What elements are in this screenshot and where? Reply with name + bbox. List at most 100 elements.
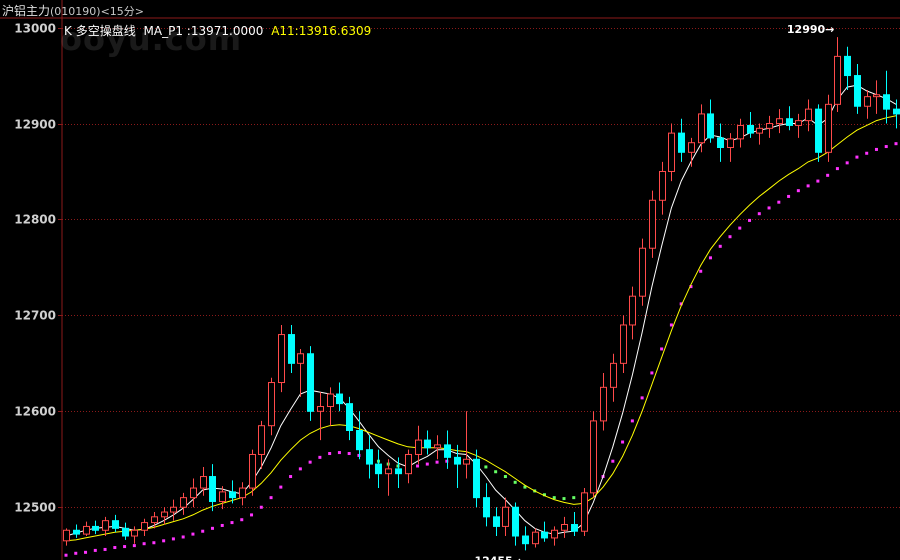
indicator-dot [230, 521, 234, 525]
candle[interactable] [170, 499, 177, 521]
candle[interactable] [190, 478, 197, 508]
candle[interactable] [307, 346, 314, 421]
indicator-dot [806, 184, 810, 188]
candle-body [776, 118, 783, 125]
candle[interactable] [698, 104, 705, 153]
candle[interactable] [346, 396, 353, 441]
candle[interactable] [122, 522, 129, 540]
indicator-dot [171, 537, 175, 541]
candle[interactable] [209, 464, 216, 512]
indicator-dot [845, 161, 849, 165]
candle[interactable] [502, 497, 509, 537]
candle[interactable] [883, 70, 890, 124]
candle[interactable] [268, 377, 275, 436]
candle[interactable] [659, 161, 666, 215]
candle[interactable] [561, 516, 568, 538]
indicator-dots [64, 142, 898, 557]
candle-body [581, 492, 588, 532]
candle[interactable] [317, 392, 324, 441]
candle[interactable] [639, 238, 646, 306]
candle-body [493, 516, 500, 527]
candle[interactable] [620, 315, 627, 373]
candle[interactable] [629, 286, 636, 340]
candle[interactable] [131, 526, 138, 544]
candle[interactable] [825, 94, 832, 162]
indicator-dot [796, 189, 800, 193]
candle[interactable] [63, 528, 70, 546]
candle[interactable] [795, 113, 802, 138]
candle[interactable] [366, 435, 373, 479]
indicator-dot [650, 371, 654, 375]
candle-body [698, 113, 705, 144]
candle[interactable] [278, 324, 285, 393]
candle[interactable] [737, 118, 744, 148]
candle[interactable] [571, 512, 578, 537]
price-chart[interactable]: 12500 12600 12700 12800 12900 13000 12990→ 124… [0, 0, 900, 560]
candle[interactable] [375, 449, 382, 489]
candle[interactable] [512, 502, 519, 546]
candle[interactable] [581, 488, 588, 537]
candle[interactable] [180, 492, 187, 515]
candle[interactable] [815, 104, 822, 162]
candle-body [288, 334, 295, 364]
candle[interactable] [600, 372, 607, 431]
indicator-dot [630, 419, 634, 423]
candle[interactable] [522, 526, 529, 551]
candle[interactable] [688, 137, 695, 167]
candle[interactable] [473, 449, 480, 508]
candle[interactable] [405, 449, 412, 484]
candle[interactable] [541, 521, 548, 542]
candle[interactable] [532, 528, 539, 548]
candle[interactable] [707, 99, 714, 143]
candle[interactable] [288, 324, 295, 373]
candle[interactable] [112, 514, 119, 533]
candle[interactable] [239, 482, 246, 506]
candle[interactable] [434, 435, 441, 460]
candle[interactable] [844, 46, 851, 90]
indicator-dot [103, 547, 107, 551]
indicator-dot [855, 155, 859, 159]
candle[interactable] [141, 518, 148, 537]
candle[interactable] [766, 115, 773, 138]
candle[interactable] [786, 106, 793, 131]
indicator-dot [308, 460, 312, 464]
candle[interactable] [834, 37, 841, 113]
indicator-dot [826, 173, 830, 177]
candle[interactable] [424, 430, 431, 455]
candle[interactable] [590, 411, 597, 498]
candle[interactable] [161, 507, 168, 525]
candle[interactable] [727, 133, 734, 162]
candle[interactable] [327, 387, 334, 426]
candle[interactable] [717, 123, 724, 162]
candle-body [102, 520, 109, 531]
candle[interactable] [92, 520, 99, 535]
candle[interactable] [649, 190, 656, 258]
candle[interactable] [483, 483, 490, 527]
indicator-dot [669, 323, 673, 327]
candle[interactable] [805, 99, 812, 132]
indicator-dot [318, 455, 322, 459]
candle[interactable] [415, 425, 422, 465]
candle[interactable] [873, 80, 880, 114]
grid-lines [0, 0, 900, 560]
candle[interactable] [864, 89, 871, 119]
candlesticks[interactable] [63, 37, 900, 551]
candle[interactable] [83, 521, 90, 537]
candle[interactable] [444, 430, 451, 469]
candle[interactable] [297, 348, 304, 397]
indicator-dot [142, 542, 146, 546]
candle[interactable] [610, 353, 617, 402]
indicator-dot [425, 462, 429, 466]
candle[interactable] [668, 123, 675, 182]
candle[interactable] [551, 526, 558, 546]
candle[interactable] [756, 123, 763, 145]
candle[interactable] [463, 411, 470, 479]
candle[interactable] [854, 64, 861, 114]
candle[interactable] [776, 109, 783, 134]
candle[interactable] [73, 524, 80, 538]
candle[interactable] [336, 382, 343, 412]
candle[interactable] [493, 507, 500, 537]
symbol-code: (010190) [50, 5, 101, 18]
candle[interactable] [385, 459, 392, 496]
candle[interactable] [678, 118, 685, 162]
